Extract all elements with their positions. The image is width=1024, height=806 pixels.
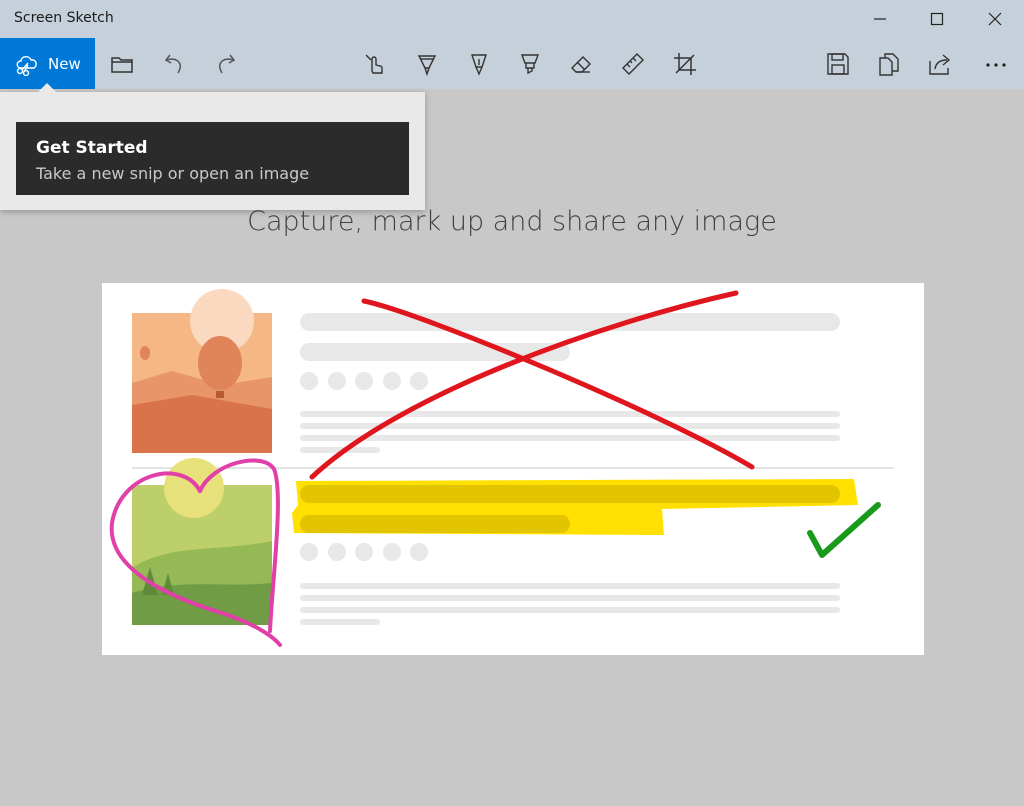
undo-icon: [164, 54, 181, 73]
ruler-icon: [622, 52, 644, 75]
tip-heading: Get Started: [36, 138, 148, 158]
main-headline: Capture, mark up and share any image: [247, 206, 777, 237]
save-icon: [827, 52, 849, 75]
snip-icon: [16, 55, 37, 76]
pencil-icon: [471, 53, 487, 76]
close-icon: [988, 12, 1002, 26]
touch-writing-button[interactable]: [352, 38, 398, 89]
more-options-button[interactable]: [973, 38, 1019, 89]
get-started-flyout: Get Started Take a new snip or open an i…: [0, 83, 425, 210]
new-button-label: New: [48, 54, 81, 73]
open-folder-button[interactable]: [99, 38, 145, 89]
redo-icon: [219, 54, 236, 73]
title-bar: Screen Sketch: [0, 0, 1024, 38]
tip-subtext: Take a new snip or open an image: [36, 164, 310, 183]
share-icon: [929, 53, 951, 75]
crop-icon: [674, 52, 696, 75]
flyout-caret: [38, 83, 56, 92]
sample-illustration: [102, 283, 924, 655]
share-button[interactable]: [917, 38, 963, 89]
close-button[interactable]: [966, 0, 1024, 38]
eraser-button[interactable]: [558, 38, 604, 89]
highlighter-icon: [520, 53, 540, 74]
maximize-button[interactable]: [908, 0, 966, 38]
open-folder-icon: [111, 56, 133, 73]
minimize-icon: [874, 18, 886, 20]
new-snip-button[interactable]: New: [0, 38, 95, 89]
checkmark-annotation: [807, 502, 881, 558]
ballpoint-pen-button[interactable]: [404, 38, 450, 89]
balloon-image: [132, 289, 272, 453]
copy-button[interactable]: [866, 38, 912, 89]
save-button[interactable]: [815, 38, 861, 89]
ballpoint-pen-icon: [417, 54, 437, 76]
highlighter-button[interactable]: [507, 38, 553, 89]
eraser-icon: [571, 55, 591, 73]
undo-button[interactable]: [151, 38, 197, 89]
redo-button[interactable]: [203, 38, 249, 89]
maximize-icon: [930, 12, 944, 26]
window-title: Screen Sketch: [14, 10, 114, 26]
more-icon: [986, 62, 1006, 67]
toolbar: New: [0, 38, 1024, 89]
get-started-tip[interactable]: Get Started Take a new snip or open an i…: [16, 122, 409, 195]
copy-icon: [879, 52, 899, 76]
landscape-image: [132, 458, 272, 625]
pencil-button[interactable]: [456, 38, 502, 89]
minimize-button[interactable]: [851, 0, 909, 38]
ruler-button[interactable]: [610, 38, 656, 89]
illustration-canvas: [109, 289, 894, 647]
crop-button[interactable]: [662, 38, 708, 89]
touch-writing-icon: [365, 54, 383, 74]
